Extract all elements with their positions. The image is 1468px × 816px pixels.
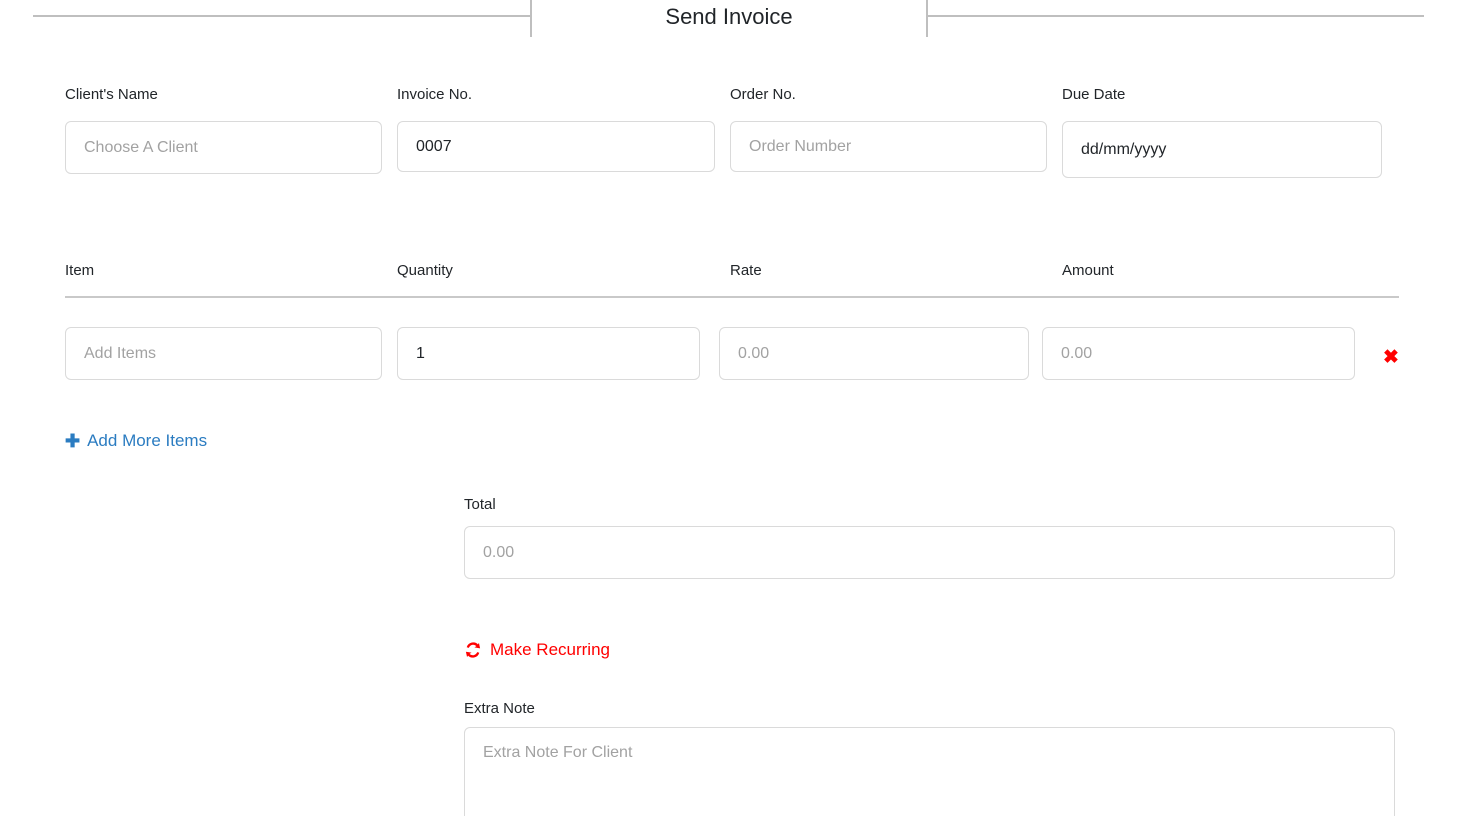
make-recurring-button[interactable]: Make Recurring (464, 639, 610, 661)
due-date-input[interactable]: dd/mm/yyyy (1062, 121, 1382, 178)
extra-note-textarea[interactable]: Extra Note For Client (464, 727, 1395, 816)
due-date-value: dd/mm/yyyy (1081, 140, 1167, 158)
tab-send-invoice[interactable]: Send Invoice (530, 0, 928, 37)
client-name-label: Client's Name (65, 86, 158, 103)
order-no-label: Order No. (730, 86, 796, 103)
remove-item-icon[interactable]: ✖ (1378, 344, 1404, 370)
client-name-input[interactable]: Choose A Client (65, 121, 382, 174)
total-input[interactable]: 0.00 (464, 526, 1395, 579)
item-amount-placeholder: 0.00 (1061, 344, 1093, 362)
plus-icon: ✚ (65, 431, 81, 451)
item-quantity-value: 1 (416, 344, 425, 362)
make-recurring-label: Make Recurring (490, 640, 610, 659)
add-more-items-button[interactable]: ✚ Add More Items (65, 430, 207, 452)
item-rate-placeholder: 0.00 (738, 344, 770, 362)
due-date-label: Due Date (1062, 86, 1126, 103)
extra-note-label: Extra Note (464, 700, 535, 717)
item-amount-input[interactable]: 0.00 (1042, 327, 1355, 380)
total-label: Total (464, 496, 496, 513)
item-name-input[interactable]: Add Items (65, 327, 382, 380)
order-no-input[interactable]: Order Number (730, 121, 1047, 172)
invoice-no-value: 0007 (416, 137, 452, 155)
extra-note-placeholder: Extra Note For Client (483, 744, 633, 761)
send-invoice-page: Send Invoice Client's Name Choose A Clie… (0, 0, 1468, 816)
tab-send-invoice-label: Send Invoice (665, 4, 793, 29)
column-header-amount: Amount (1062, 262, 1114, 279)
tab-rule-right (928, 15, 1424, 17)
tab-rule-left (33, 15, 531, 17)
column-header-quantity: Quantity (397, 262, 453, 279)
items-table-header: Item Quantity Rate Amount (65, 260, 1399, 298)
item-quantity-input[interactable]: 1 (397, 327, 700, 380)
item-name-placeholder: Add Items (84, 344, 157, 362)
add-more-items-label: Add More Items (87, 431, 208, 450)
invoice-no-label: Invoice No. (397, 86, 473, 103)
refresh-icon (464, 641, 482, 659)
column-header-rate: Rate (730, 262, 762, 279)
tab-bar: Send Invoice (33, 0, 1424, 37)
order-no-placeholder: Order Number (749, 137, 852, 155)
item-rate-input[interactable]: 0.00 (719, 327, 1029, 380)
column-header-item: Item (65, 262, 95, 279)
invoice-no-input[interactable]: 0007 (397, 121, 715, 172)
client-name-placeholder: Choose A Client (84, 138, 198, 156)
total-placeholder: 0.00 (483, 543, 515, 561)
